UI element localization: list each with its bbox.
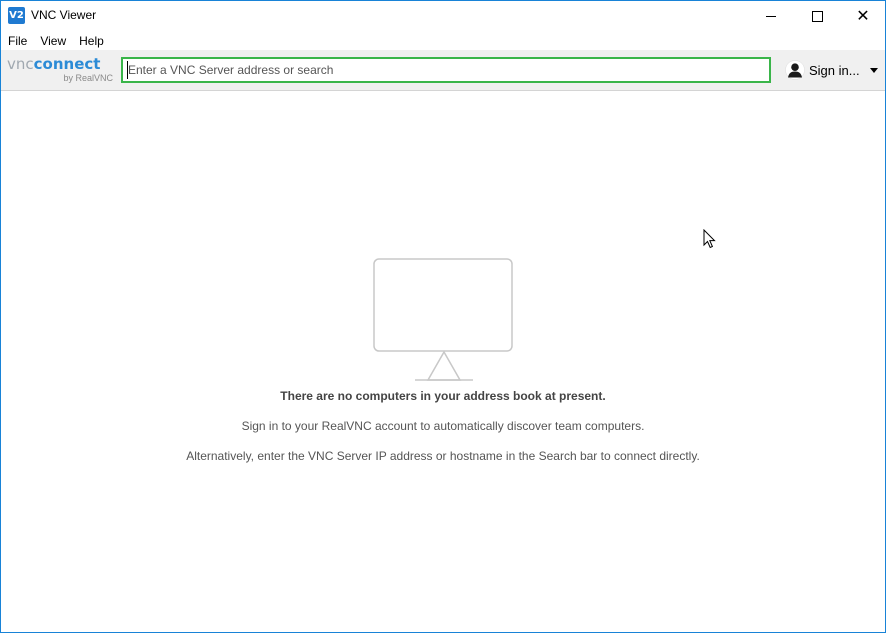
menu-file[interactable]: File — [2, 34, 33, 48]
maximize-icon — [811, 10, 823, 22]
window-title: VNC Viewer — [31, 8, 97, 22]
minimize-icon — [766, 15, 776, 17]
empty-state-title: There are no computers in your address b… — [280, 389, 606, 403]
title-bar[interactable]: V2 VNC Viewer ✕ — [1, 1, 885, 31]
vnc-viewer-window: V2 VNC Viewer ✕ File View Help vncconnec… — [0, 0, 886, 633]
logo-vnc-text: vnc — [7, 55, 34, 73]
user-avatar-icon — [785, 60, 805, 80]
empty-state-sign-in-hint: Sign in to your RealVNC account to autom… — [241, 419, 645, 433]
sign-in-label: Sign in... — [809, 62, 860, 78]
minimize-button[interactable] — [748, 1, 794, 31]
logo-by-realvnc: by RealVNC — [63, 73, 113, 83]
maximize-button[interactable] — [794, 1, 840, 31]
caret-down-icon[interactable] — [869, 67, 878, 73]
menu-bar: File View Help — [1, 31, 885, 50]
empty-state-search-hint: Alternatively, enter the VNC Server IP a… — [186, 449, 700, 463]
vnc-connect-logo: vncconnect by RealVNC — [7, 55, 115, 85]
search-input[interactable] — [127, 61, 764, 79]
logo-wordmark: vncconnect — [7, 55, 100, 73]
close-icon: ✕ — [856, 6, 870, 25]
toolbar: vncconnect by RealVNC Sign in... — [1, 50, 885, 91]
sign-in-button[interactable]: Sign in... — [785, 60, 878, 80]
close-button[interactable]: ✕ — [840, 1, 885, 31]
mouse-cursor-icon — [703, 229, 716, 249]
menu-help[interactable]: Help — [73, 34, 110, 48]
vnc-app-icon: V2 — [8, 7, 25, 24]
address-book-area: There are no computers in your address b… — [1, 91, 885, 632]
monitor-icon — [373, 258, 513, 381]
menu-view[interactable]: View — [34, 34, 72, 48]
search-box[interactable] — [121, 57, 771, 83]
logo-connect-text: connect — [33, 55, 101, 73]
